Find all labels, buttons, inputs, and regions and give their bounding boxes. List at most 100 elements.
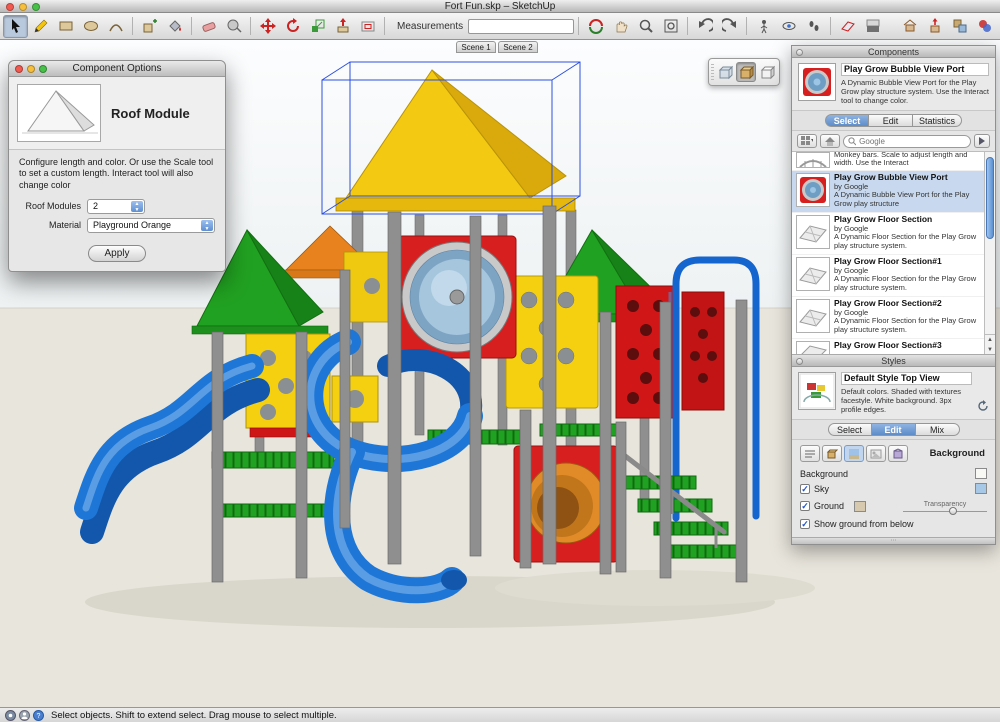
components-window-button[interactable]: [947, 15, 972, 38]
component-search-field[interactable]: [843, 134, 971, 148]
monochrome-mode-button[interactable]: [758, 62, 777, 82]
scale-tool-button[interactable]: [305, 15, 330, 38]
paint-bucket-button[interactable]: [162, 15, 187, 38]
component-description: A Dynamic Floor Section for the Play Gro…: [834, 316, 977, 334]
geolocation-icon[interactable]: [5, 709, 16, 721]
move-tool-button[interactable]: [255, 15, 280, 38]
share-model-button[interactable]: [922, 15, 947, 38]
transparency-label: Transparency: [923, 500, 967, 508]
next-view-icon: [721, 18, 736, 32]
styles-window-icon: [978, 20, 991, 32]
dialog-zoom-button[interactable]: [39, 65, 47, 73]
styles-panel-header[interactable]: Styles: [792, 355, 995, 367]
material-dropdown[interactable]: Playground Orange ▲ ▼: [87, 217, 215, 233]
palette-grip[interactable]: [711, 64, 714, 82]
credits-icon[interactable]: [19, 709, 30, 721]
eraser-tool-button[interactable]: [196, 15, 221, 38]
component-list-scrollbar[interactable]: ▲ ▼: [984, 152, 995, 354]
slider-knob[interactable]: [949, 506, 958, 515]
apply-button[interactable]: Apply: [88, 244, 146, 262]
edge-settings-button[interactable]: [800, 445, 820, 462]
get-models-button[interactable]: [897, 15, 922, 38]
offset-tool-button[interactable]: [355, 15, 380, 38]
component-list-item[interactable]: Play Grow Floor Section by Google A Dyna…: [792, 213, 995, 255]
section-plane-button[interactable]: [835, 15, 860, 38]
scrollbar-arrows[interactable]: ▲ ▼: [985, 334, 995, 354]
help-icon[interactable]: ?: [33, 709, 44, 721]
show-ground-checkbox[interactable]: ✓: [800, 518, 810, 529]
shadows-button[interactable]: [860, 15, 885, 38]
floor-section-icon: [799, 267, 827, 285]
look-around-button[interactable]: [776, 15, 801, 38]
styles-window-button[interactable]: [972, 15, 997, 38]
slider-track[interactable]: [903, 506, 987, 515]
face-settings-button[interactable]: [822, 445, 842, 462]
shaded-textures-button[interactable]: [736, 62, 756, 82]
styles-tab-mix[interactable]: Mix: [915, 423, 960, 436]
styles-tab-select[interactable]: Select: [827, 423, 872, 436]
sky-checkbox[interactable]: ✓: [800, 483, 810, 494]
arc-tool-button[interactable]: [103, 15, 128, 38]
components-tab-statistics[interactable]: Statistics: [912, 114, 962, 127]
components-panel-header[interactable]: Components: [792, 46, 995, 58]
previous-view-button[interactable]: [692, 15, 717, 38]
collections-dropdown-button[interactable]: [797, 134, 817, 148]
update-style-button[interactable]: [977, 400, 989, 414]
scene-tab-1[interactable]: Scene 1: [456, 41, 496, 53]
ground-color-swatch[interactable]: [854, 500, 867, 512]
toolbar-separator: [191, 17, 192, 35]
make-component-button[interactable]: [137, 15, 162, 38]
zoom-tool-button[interactable]: [633, 15, 658, 38]
dialog-title-bar[interactable]: Component Options: [9, 61, 225, 77]
scrollbar-thumb[interactable]: [986, 157, 994, 239]
panel-collapse-button[interactable]: [796, 357, 803, 365]
tape-measure-button[interactable]: [221, 15, 246, 38]
measurements-input[interactable]: [468, 18, 575, 34]
in-model-button[interactable]: [820, 134, 840, 148]
pan-tool-button[interactable]: [608, 15, 633, 38]
floor-section-icon: [799, 309, 827, 327]
orbit-icon: [588, 19, 603, 34]
component-list-item-selected[interactable]: Play Grow Bubble View Port by Google A D…: [792, 171, 995, 213]
next-view-button[interactable]: [717, 15, 742, 38]
panel-resize-grip[interactable]: ⋯: [792, 537, 995, 544]
title-bar[interactable]: Fort Fun.skp – SketchUp: [0, 0, 1000, 13]
get-models-icon: [903, 19, 916, 32]
rotate-tool-button[interactable]: [280, 15, 305, 38]
background-color-swatch[interactable]: [975, 468, 987, 479]
components-tab-edit[interactable]: Edit: [868, 114, 913, 127]
search-input[interactable]: [859, 136, 966, 146]
circle-tool-button[interactable]: [78, 15, 103, 38]
component-list-item[interactable]: Play Grow Floor Section#3: [792, 339, 995, 354]
line-tool-button[interactable]: [28, 15, 53, 38]
background-settings-button[interactable]: [844, 445, 864, 462]
make-component-icon: [143, 19, 157, 33]
components-tab-select[interactable]: Select: [824, 114, 869, 127]
dialog-close-button[interactable]: [15, 65, 23, 73]
bubble-view-port-icon: [803, 68, 831, 96]
details-button[interactable]: [974, 134, 990, 148]
component-list-item[interactable]: Play Grow Floor Section#1 by Google A Dy…: [792, 255, 995, 297]
scene-tab-2[interactable]: Scene 2: [498, 41, 538, 53]
watermark-settings-button[interactable]: [866, 445, 886, 462]
zoom-extents-button[interactable]: [658, 15, 683, 38]
component-list-item[interactable]: Play Grow Floor Section#2 by Google A Dy…: [792, 297, 995, 339]
style-name-field[interactable]: Default Style Top View: [841, 372, 972, 385]
transparency-slider[interactable]: Transparency: [903, 500, 987, 515]
styles-tab-edit[interactable]: Edit: [871, 423, 916, 436]
panel-collapse-button[interactable]: [796, 48, 803, 56]
roof-modules-dropdown[interactable]: 2 ▲ ▼: [87, 198, 145, 214]
component-list-item[interactable]: Monkey bars. Scale to adjust length and …: [792, 152, 995, 171]
position-camera-button[interactable]: [751, 15, 776, 38]
orbit-tool-button[interactable]: [583, 15, 608, 38]
sky-color-swatch[interactable]: [975, 483, 987, 494]
push-pull-button[interactable]: [330, 15, 355, 38]
select-tool-button[interactable]: [3, 14, 28, 38]
walk-tool-button[interactable]: [801, 15, 826, 38]
ground-checkbox[interactable]: ✓: [800, 501, 810, 511]
modeling-settings-button[interactable]: [888, 445, 908, 462]
rectangle-tool-button[interactable]: [53, 15, 78, 38]
dialog-minimize-button[interactable]: [27, 65, 35, 73]
push-pull-icon: [337, 18, 348, 33]
xray-mode-button[interactable]: [715, 62, 734, 82]
